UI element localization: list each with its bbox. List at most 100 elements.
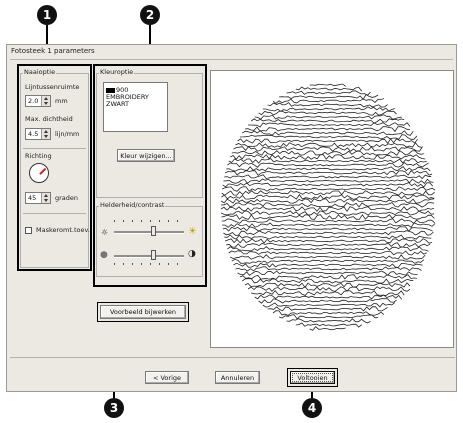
stitch-line	[247, 286, 411, 292]
stitch-line	[222, 226, 433, 232]
photo-stitch-dialog: Fotosteek 1 parameters Naaioptie Lijntus…	[6, 44, 457, 392]
stitch-line	[239, 274, 417, 280]
stitch-line	[250, 118, 405, 124]
stitch-line	[228, 250, 427, 256]
stitch-line	[230, 254, 426, 260]
stitch-line	[228, 158, 427, 164]
photo-stitch-preview	[220, 83, 436, 331]
color-options-label: Kleuroptie	[99, 68, 135, 76]
sewing-options-label: Naaioptie	[23, 68, 57, 76]
mask-checkbox[interactable]	[25, 227, 32, 234]
stitch-line	[237, 138, 418, 144]
stitch-line	[235, 266, 422, 272]
contrast-slider-thumb[interactable]	[151, 250, 156, 260]
stitch-line	[251, 289, 405, 296]
contrast-slider-track[interactable]	[114, 255, 184, 258]
stitch-line	[220, 202, 435, 208]
direction-label: Richting	[25, 152, 52, 160]
stitch-line	[224, 234, 432, 240]
change-color-button[interactable]: Kleur wijzigen...	[117, 149, 175, 162]
stitch-line	[221, 190, 435, 196]
callout-1: 1	[37, 5, 57, 25]
stitch-line	[258, 110, 397, 116]
contrast-ticks	[114, 263, 184, 265]
contrast-low-icon: ●	[100, 250, 108, 260]
stitch-line	[254, 114, 402, 120]
stitch-line	[286, 318, 371, 324]
angle-value: 45	[28, 194, 37, 202]
stitch-line	[227, 246, 429, 252]
stitch-line	[224, 174, 432, 180]
max-density-value: 4.5	[28, 130, 39, 138]
stitch-line	[237, 270, 418, 276]
contrast-high-icon: ◑	[188, 249, 196, 259]
stitch-line	[231, 258, 425, 264]
angle-spin-arrows[interactable]	[41, 193, 50, 203]
stitch-line	[221, 193, 435, 200]
stitch-line	[279, 94, 379, 100]
stitch-line	[258, 298, 397, 304]
stitch-line	[235, 142, 422, 148]
stitch-line	[244, 126, 411, 133]
stitch-line	[221, 214, 435, 220]
stitch-line	[224, 238, 433, 244]
stitch-line	[224, 169, 433, 176]
back-button[interactable]: < Vorige	[145, 371, 189, 384]
max-density-spin-arrows[interactable]	[41, 129, 50, 139]
sewing-divider-1	[23, 148, 86, 149]
stitch-line	[233, 146, 423, 152]
brightness-slider-track[interactable]	[114, 231, 184, 234]
stitch-line	[239, 134, 418, 140]
stitch-line	[223, 178, 434, 184]
cancel-button[interactable]: Annuleren	[215, 371, 260, 384]
stitch-line	[220, 206, 435, 213]
stitch-line	[220, 210, 435, 216]
line-spacing-spin-arrows[interactable]	[41, 96, 50, 106]
title-divider	[10, 59, 453, 60]
line-spacing-unit: mm	[55, 97, 68, 105]
finish-button-highlight	[287, 368, 338, 387]
color-list[interactable]: 900 EMBROIDERY ZWART	[103, 82, 168, 132]
stitch-line	[295, 322, 363, 328]
stitch-line	[309, 83, 346, 87]
max-density-stepper[interactable]: 4.5	[25, 128, 51, 140]
brightness-low-icon: ☼	[101, 228, 109, 237]
stitch-line	[227, 162, 429, 168]
stitch-line	[267, 102, 388, 108]
stitch-line	[278, 314, 379, 320]
update-button-highlight	[97, 302, 189, 322]
stitch-line	[221, 186, 436, 192]
window-title: Fotosteek 1 parameters	[11, 47, 95, 55]
line-spacing-stepper[interactable]: 2.0	[25, 95, 51, 107]
max-density-unit: lijn/mm	[55, 130, 80, 138]
stitch-line	[286, 90, 371, 96]
stitch-line	[272, 310, 385, 316]
angle-unit: graden	[55, 194, 79, 202]
stitch-line	[230, 154, 426, 160]
callout-3: 3	[104, 398, 124, 418]
color-list-line-3: ZWART	[106, 100, 129, 108]
stitch-line	[221, 218, 435, 224]
stitch-line	[267, 306, 388, 312]
stitch-line	[242, 278, 414, 284]
callout-2: 2	[140, 5, 160, 25]
brightness-slider-thumb[interactable]	[151, 226, 156, 236]
line-spacing-value: 2.0	[28, 97, 39, 105]
mask-checkbox-label: Maskeromt.toev.	[36, 226, 90, 234]
stitch-line	[262, 106, 395, 112]
stitch-line	[244, 282, 411, 288]
stitch-line	[222, 182, 433, 188]
brightness-ticks	[114, 220, 184, 222]
preview-pane	[210, 70, 454, 348]
bottom-divider	[10, 357, 455, 358]
brightness-contrast-label: Helderheid/contrast	[99, 201, 166, 209]
stitch-line	[309, 326, 346, 331]
stitch-line	[272, 98, 385, 104]
max-density-label: Max. dichtheid	[25, 115, 73, 123]
stitch-line	[223, 230, 434, 236]
callout-4: 4	[302, 398, 322, 418]
angle-stepper[interactable]: 45	[25, 192, 51, 204]
stitch-line	[231, 150, 424, 156]
line-spacing-label: Lijntussenruimte	[25, 83, 80, 91]
direction-dial[interactable]	[29, 163, 49, 183]
